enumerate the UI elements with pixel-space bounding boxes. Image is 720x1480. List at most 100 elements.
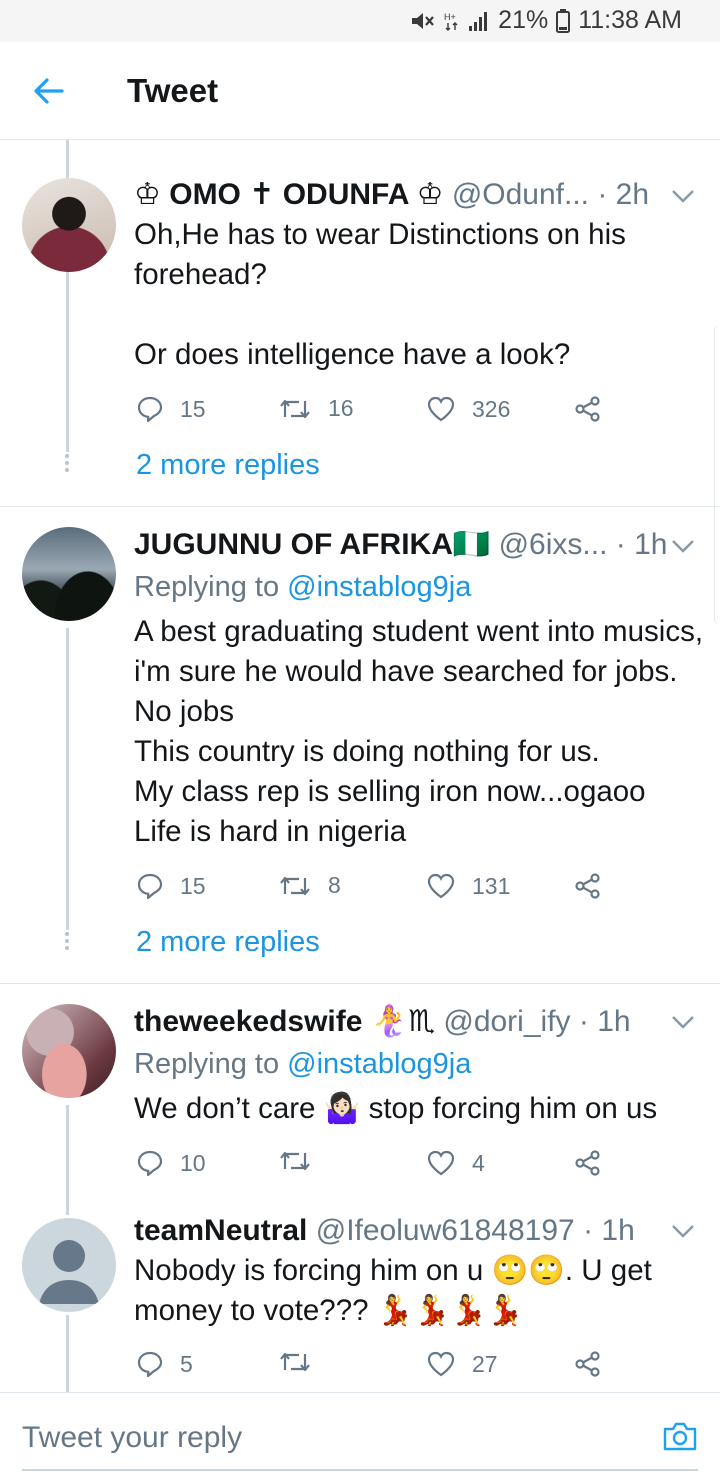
like-action[interactable]: 326 (426, 395, 510, 423)
tweet-actions: 10 4 (136, 1149, 606, 1179)
chevron-down-icon[interactable] (670, 538, 696, 554)
share-action[interactable] (574, 1149, 602, 1177)
share-icon (575, 873, 600, 899)
heart-icon (427, 396, 455, 422)
heart-icon (427, 873, 455, 899)
like-action[interactable]: 27 (426, 1350, 498, 1378)
tweet-actions: 5 27 (136, 1350, 606, 1380)
thread-gap-dots (65, 454, 70, 475)
battery-percent: 21% (498, 6, 549, 34)
retweet-icon (280, 1151, 310, 1171)
replying-to: Replying to @instablog9ja (134, 1046, 471, 1082)
tweet-text: Nobody is forcing him on u 🙄🙄. U get mon… (134, 1254, 661, 1327)
like-count: 326 (472, 395, 511, 422)
display-name[interactable]: teamNeutral (134, 1214, 307, 1247)
heart-icon (427, 1351, 455, 1377)
more-replies-link[interactable]: 2 more replies (136, 926, 320, 959)
share-icon (575, 1351, 600, 1377)
tweet-actions: 15 8 131 (136, 872, 606, 902)
tweet-time: · 1h (578, 1005, 631, 1038)
battery-icon (556, 8, 571, 33)
avatar[interactable] (22, 178, 116, 272)
replying-to-handle[interactable]: @instablog9ja (287, 571, 471, 603)
user-handle[interactable]: @dori_ify (443, 1005, 570, 1038)
chevron-down-icon[interactable] (670, 1223, 696, 1239)
clock: 11:38 AM (578, 6, 682, 34)
share-action[interactable] (574, 872, 602, 900)
app-bar: Tweet (0, 42, 720, 140)
back-arrow-icon[interactable] (32, 74, 66, 108)
replying-to: Replying to @instablog9ja (134, 569, 471, 605)
heart-icon (427, 1150, 455, 1176)
retweet-action[interactable] (278, 1149, 312, 1173)
display-name[interactable]: JUGUNNU OF AFRIKA🇳🇬 (134, 528, 490, 561)
reply-action[interactable]: 10 (136, 1149, 206, 1177)
status-bar: H+ 21% 11:38 AM (0, 0, 720, 42)
tweet-text: A best graduating student went into musi… (134, 615, 704, 848)
more-replies-link[interactable]: 2 more replies (136, 449, 320, 482)
retweet-icon (280, 1352, 310, 1372)
reply-count: 15 (180, 872, 206, 899)
thread-gap-dots (65, 932, 70, 953)
scrollbar[interactable] (714, 325, 720, 625)
thread-line (66, 1315, 69, 1392)
mute-icon (410, 10, 436, 32)
tweet-time: · 1h (615, 528, 668, 561)
input-underline (22, 1469, 698, 1471)
retweet-count: 8 (328, 872, 341, 898)
reply-input[interactable]: Tweet your reply (22, 1421, 242, 1455)
retweet-action[interactable] (278, 1350, 312, 1374)
reply-icon (137, 396, 163, 423)
reply-icon (137, 1150, 163, 1177)
avatar[interactable] (22, 1004, 116, 1098)
like-action[interactable]: 131 (426, 872, 510, 900)
like-count: 27 (472, 1350, 498, 1377)
tweet-actions: 15 16 326 (136, 395, 606, 425)
display-name[interactable]: ♔ OMO ✝ ODUNFA ♔ (134, 178, 443, 211)
user-handle[interactable]: @Ifeoluw61848197 (316, 1214, 575, 1247)
divider (0, 506, 720, 507)
default-profile-icon (39, 1240, 99, 1304)
like-count: 4 (472, 1149, 485, 1176)
reply-composer: Tweet your reply (0, 1392, 720, 1480)
user-handle[interactable]: @6ixs... (499, 528, 608, 561)
replying-to-label: Replying to (134, 1048, 288, 1080)
tweet-time: · 2h (597, 178, 650, 211)
retweet-action[interactable]: 8 (278, 872, 341, 899)
reply-count: 10 (180, 1149, 206, 1176)
reply-icon (137, 1351, 163, 1378)
hplus-icon: H+ (444, 10, 460, 32)
avatar[interactable] (22, 1218, 116, 1312)
share-action[interactable] (574, 1350, 602, 1378)
retweet-icon (280, 399, 310, 418)
reply-action[interactable]: 15 (136, 872, 206, 900)
signal-icon (468, 10, 490, 32)
chevron-down-icon[interactable] (670, 1014, 696, 1030)
svg-text:H+: H+ (444, 12, 456, 22)
thread-line (66, 628, 69, 930)
display-name[interactable]: theweekedswife 🧜‍♀️♏ (134, 1005, 435, 1038)
tweet-header: theweekedswife 🧜‍♀️♏ @dori_ify · 1h (134, 1004, 672, 1040)
tweet-header: teamNeutral @Ifeoluw61848197 · 1h (134, 1213, 672, 1249)
share-icon (575, 396, 600, 422)
replying-to-handle[interactable]: @instablog9ja (287, 1048, 471, 1080)
reply-action[interactable]: 15 (136, 395, 206, 423)
like-action[interactable]: 4 (426, 1149, 485, 1177)
like-count: 131 (472, 872, 511, 899)
reply-action[interactable]: 5 (136, 1350, 193, 1378)
retweet-action[interactable]: 16 (278, 395, 354, 422)
user-handle[interactable]: @Odunf... (452, 178, 589, 211)
share-action[interactable] (574, 395, 602, 423)
camera-icon[interactable] (662, 1419, 698, 1453)
tweet-time: · 1h (583, 1214, 635, 1247)
divider (0, 983, 720, 984)
chevron-down-icon[interactable] (670, 188, 696, 204)
share-icon (575, 1150, 600, 1176)
avatar[interactable] (22, 527, 116, 621)
tweet-text: Oh,He has to wear Distinctions on his fo… (134, 218, 626, 371)
retweet-icon (280, 876, 310, 895)
reply-count: 5 (180, 1350, 193, 1377)
reply-count: 15 (180, 395, 206, 422)
retweet-count: 16 (328, 395, 354, 421)
tweet-header: ♔ OMO ✝ ODUNFA ♔ @Odunf... · 2h (134, 177, 672, 213)
